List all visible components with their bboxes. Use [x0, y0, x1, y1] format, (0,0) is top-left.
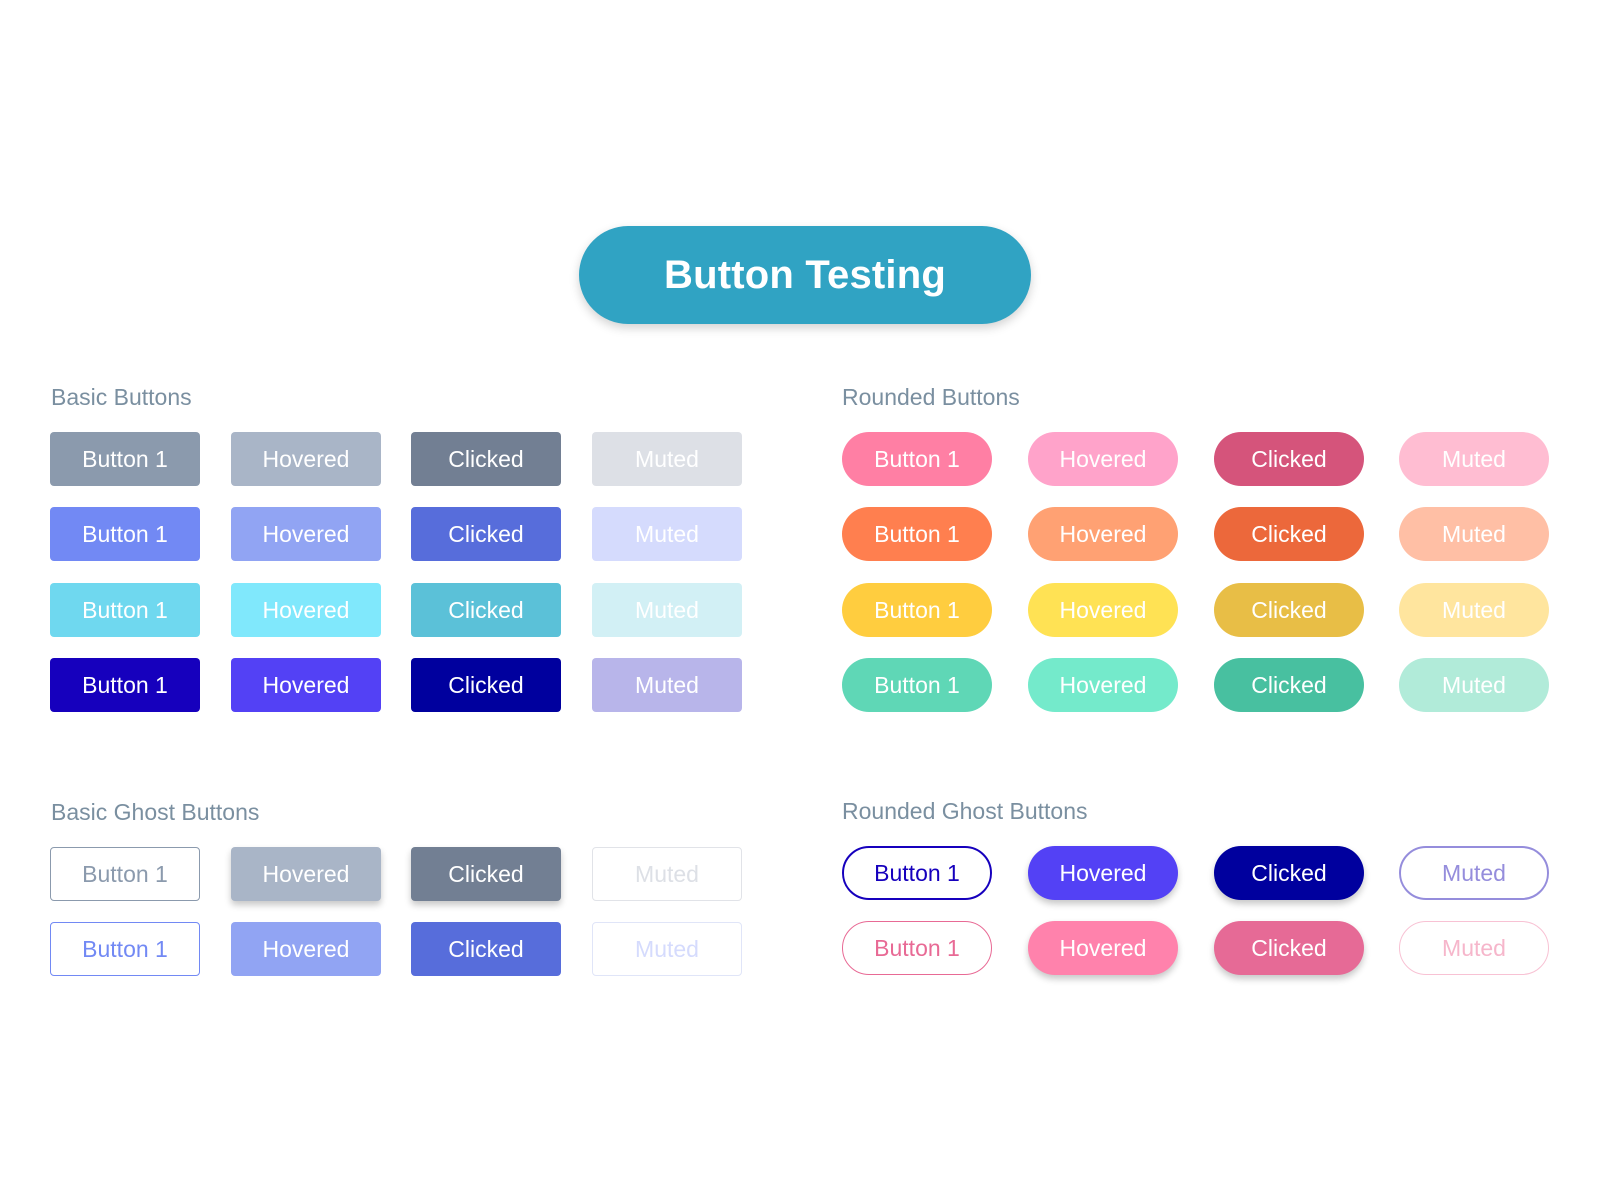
section-title-basic-buttons: Basic Buttons	[51, 384, 192, 410]
rounded-row2-clicked-button[interactable]: Clicked	[1214, 507, 1364, 561]
basic-row4-muted-button[interactable]: Muted	[592, 658, 742, 712]
rounded-row4-default-button[interactable]: Button 1	[842, 658, 992, 712]
rounded-ghost-row2-muted-button[interactable]: Muted	[1399, 921, 1549, 975]
basic-row2-muted-button[interactable]: Muted	[592, 507, 742, 561]
basic-ghost-row1-muted-button[interactable]: Muted	[592, 847, 742, 901]
rounded-row3-hovered-button[interactable]: Hovered	[1028, 583, 1178, 637]
basic-ghost-row2-muted-button[interactable]: Muted	[592, 922, 742, 976]
section-title-basic-ghost-buttons: Basic Ghost Buttons	[51, 799, 260, 825]
rounded-ghost-row1-hovered-button[interactable]: Hovered	[1028, 846, 1178, 900]
rounded-row4-clicked-button[interactable]: Clicked	[1214, 658, 1364, 712]
rounded-ghost-row2-hovered-button[interactable]: Hovered	[1028, 921, 1178, 975]
basic-row3-muted-button[interactable]: Muted	[592, 583, 742, 637]
rounded-row3-default-button[interactable]: Button 1	[842, 583, 992, 637]
basic-row1-clicked-button[interactable]: Clicked	[411, 432, 561, 486]
section-title-rounded-ghost-buttons: Rounded Ghost Buttons	[842, 798, 1088, 824]
basic-row3-hovered-button[interactable]: Hovered	[231, 583, 381, 637]
rounded-row1-muted-button[interactable]: Muted	[1399, 432, 1549, 486]
basic-ghost-row2-hovered-button[interactable]: Hovered	[231, 922, 381, 976]
rounded-row4-muted-button[interactable]: Muted	[1399, 658, 1549, 712]
rounded-row2-default-button[interactable]: Button 1	[842, 507, 992, 561]
basic-row1-default-button[interactable]: Button 1	[50, 432, 200, 486]
basic-row4-default-button[interactable]: Button 1	[50, 658, 200, 712]
button-testing-header[interactable]: Button Testing	[579, 226, 1031, 324]
basic-row3-clicked-button[interactable]: Clicked	[411, 583, 561, 637]
basic-row1-muted-button[interactable]: Muted	[592, 432, 742, 486]
basic-row4-clicked-button[interactable]: Clicked	[411, 658, 561, 712]
rounded-row1-clicked-button[interactable]: Clicked	[1214, 432, 1364, 486]
basic-row1-hovered-button[interactable]: Hovered	[231, 432, 381, 486]
rounded-row1-default-button[interactable]: Button 1	[842, 432, 992, 486]
basic-ghost-row2-clicked-button[interactable]: Clicked	[411, 922, 561, 976]
basic-row3-default-button[interactable]: Button 1	[50, 583, 200, 637]
basic-ghost-row2-default-button[interactable]: Button 1	[50, 922, 200, 976]
basic-ghost-row1-hovered-button[interactable]: Hovered	[231, 847, 381, 901]
basic-row4-hovered-button[interactable]: Hovered	[231, 658, 381, 712]
rounded-row4-hovered-button[interactable]: Hovered	[1028, 658, 1178, 712]
basic-ghost-row1-default-button[interactable]: Button 1	[50, 847, 200, 901]
rounded-row2-muted-button[interactable]: Muted	[1399, 507, 1549, 561]
basic-row2-default-button[interactable]: Button 1	[50, 507, 200, 561]
rounded-ghost-row2-default-button[interactable]: Button 1	[842, 921, 992, 975]
rounded-row3-clicked-button[interactable]: Clicked	[1214, 583, 1364, 637]
rounded-ghost-row1-clicked-button[interactable]: Clicked	[1214, 846, 1364, 900]
rounded-ghost-row1-muted-button[interactable]: Muted	[1399, 846, 1549, 900]
section-title-rounded-buttons: Rounded Buttons	[842, 384, 1020, 410]
rounded-row1-hovered-button[interactable]: Hovered	[1028, 432, 1178, 486]
basic-row2-hovered-button[interactable]: Hovered	[231, 507, 381, 561]
rounded-row2-hovered-button[interactable]: Hovered	[1028, 507, 1178, 561]
basic-row2-clicked-button[interactable]: Clicked	[411, 507, 561, 561]
rounded-ghost-row1-default-button[interactable]: Button 1	[842, 846, 992, 900]
basic-ghost-row1-clicked-button[interactable]: Clicked	[411, 847, 561, 901]
rounded-row3-muted-button[interactable]: Muted	[1399, 583, 1549, 637]
rounded-ghost-row2-clicked-button[interactable]: Clicked	[1214, 921, 1364, 975]
